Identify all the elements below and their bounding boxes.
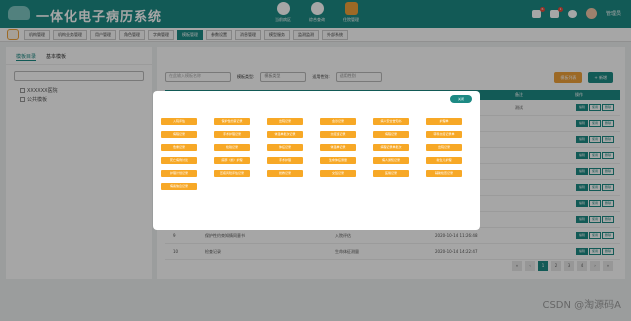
template-modal: 关闭 入院评估 保护性约束记录 出院记录 会诊记录 病人安全告知书 护理单 病程记录 手术护理…: [153, 91, 480, 230]
template-chip[interactable]: 转科交接记录单: [426, 131, 462, 138]
template-chip[interactable]: 出院记录: [267, 118, 303, 125]
template-chip[interactable]: 交班记录: [320, 170, 356, 177]
template-chip[interactable]: 危重记录: [161, 144, 197, 151]
template-chip[interactable]: 体温单批次记录: [267, 131, 303, 138]
template-chip[interactable]: 病程记录: [373, 131, 409, 138]
template-chip[interactable]: 入院评估: [161, 118, 197, 125]
template-chip[interactable]: 病案信息记录: [161, 183, 197, 190]
template-chip[interactable]: 手术护理记录: [214, 131, 250, 138]
template-chip[interactable]: 辅助检查记录: [426, 170, 462, 177]
template-chip[interactable]: 病人安全告知书: [373, 118, 409, 125]
template-chip[interactable]: 生命体征测量: [320, 157, 356, 164]
watermark: CSDN @淘源码A: [542, 300, 621, 311]
template-chip[interactable]: 抢救记录: [267, 170, 303, 177]
template-chip[interactable]: 交接班记录: [320, 131, 356, 138]
template-chip[interactable]: 体温单记录: [320, 144, 356, 151]
template-chip[interactable]: 病人通知记录: [373, 157, 409, 164]
template-chip[interactable]: 出院记录: [426, 144, 462, 151]
template-chip[interactable]: 护理单: [426, 118, 462, 125]
template-chip[interactable]: 病程记录单批次: [373, 144, 409, 151]
template-chip[interactable]: 麻醉（前）护理: [214, 157, 250, 164]
template-chip[interactable]: 体征记录: [267, 144, 303, 151]
template-chip[interactable]: 手术护理: [267, 157, 303, 164]
template-chip[interactable]: 死亡病例讨论: [161, 157, 197, 164]
template-chip[interactable]: 压疮风险评估记录: [214, 170, 250, 177]
template-chip[interactable]: 新生儿护理: [426, 157, 462, 164]
template-chip[interactable]: 会诊记录: [320, 118, 356, 125]
close-button[interactable]: 关闭: [450, 95, 472, 103]
template-chip[interactable]: 医嘱记录: [373, 170, 409, 177]
template-chip[interactable]: 护理计划记录: [161, 170, 197, 177]
template-chip[interactable]: 检验记录: [214, 144, 250, 151]
template-chip[interactable]: 保护性约束记录: [214, 118, 250, 125]
template-chip[interactable]: 病程记录: [161, 131, 197, 138]
